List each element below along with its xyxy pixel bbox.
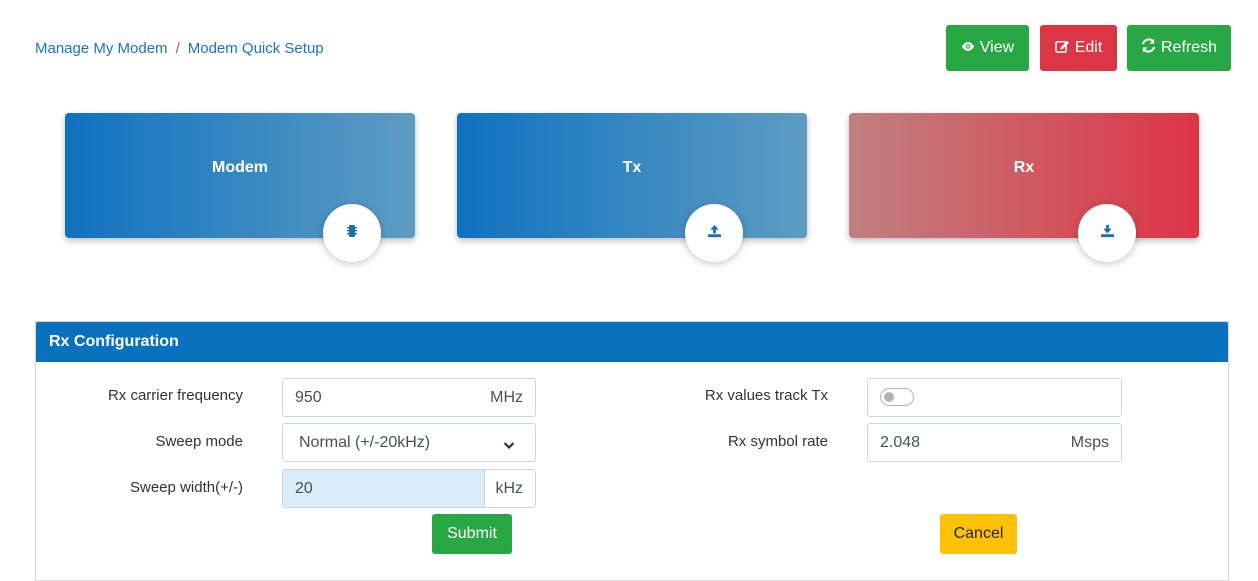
- rx-values-track-tx-label: Rx values track Tx: [704, 387, 828, 404]
- chip-icon: [347, 224, 357, 243]
- refresh-button[interactable]: Refresh: [1127, 25, 1231, 71]
- sweep-mode-select[interactable]: Normal (+/-20kHz): [282, 423, 536, 462]
- sweep-mode-label: Sweep mode: [155, 433, 243, 450]
- sweep-width-label: Sweep width(+/-): [130, 479, 243, 496]
- download-icon: [1100, 224, 1115, 243]
- rx-values-track-tx-toggle[interactable]: [880, 388, 914, 406]
- modem-card-badge: [323, 204, 381, 262]
- rx-carrier-frequency-label: Rx carrier frequency: [107, 387, 243, 404]
- modem-card-title: Modem: [212, 159, 268, 176]
- edit-button[interactable]: Edit: [1040, 25, 1117, 71]
- chevron-down-icon: [503, 437, 515, 455]
- rx-carrier-frequency-value: 950: [295, 389, 322, 406]
- refresh-button-label: Refresh: [1160, 39, 1218, 56]
- view-button-label: View: [979, 39, 1015, 56]
- tx-card-badge: [685, 204, 743, 262]
- rx-symbol-rate-input[interactable]: 2.048 Msps: [867, 423, 1122, 462]
- rx-configuration-header: Rx Configuration: [36, 322, 1228, 362]
- refresh-icon: [1141, 38, 1156, 58]
- cancel-button[interactable]: Cancel: [940, 514, 1017, 554]
- breadcrumb-modem-quick-setup[interactable]: Modem Quick Setup: [188, 40, 324, 57]
- rx-card-badge: [1078, 204, 1136, 262]
- upload-icon: [707, 224, 722, 243]
- rx-card-title: Rx: [1013, 159, 1035, 176]
- modem-card[interactable]: Modem: [65, 113, 415, 262]
- rx-symbol-rate-label: Rx symbol rate: [727, 433, 828, 450]
- rx-carrier-frequency-input[interactable]: 950 MHz: [282, 378, 536, 417]
- sweep-width-value: 20: [295, 480, 313, 497]
- eye-icon: [961, 39, 975, 57]
- tx-card[interactable]: Tx: [457, 113, 807, 262]
- toggle-knob: [884, 392, 894, 402]
- breadcrumb-separator: /: [175, 40, 180, 57]
- edit-icon: [1054, 39, 1070, 58]
- edit-button-label: Edit: [1074, 39, 1103, 56]
- sweep-mode-value: Normal (+/-20kHz): [299, 434, 431, 451]
- breadcrumb: Manage My Modem / Modem Quick Setup: [35, 40, 324, 57]
- tx-card-title: Tx: [622, 159, 642, 176]
- sweep-width-input-fill: [283, 470, 485, 507]
- rx-card[interactable]: Rx: [849, 113, 1199, 262]
- submit-button[interactable]: Submit: [432, 514, 512, 554]
- sweep-width-unit: kHz: [495, 480, 523, 497]
- rx-symbol-rate-unit: Msps: [1070, 434, 1109, 451]
- rx-carrier-frequency-unit: MHz: [490, 389, 523, 406]
- breadcrumb-manage-my-modem[interactable]: Manage My Modem: [35, 40, 168, 57]
- sweep-width-input[interactable]: 20 kHz: [282, 469, 536, 508]
- rx-values-track-tx-field: [867, 378, 1122, 417]
- rx-symbol-rate-value: 2.048: [880, 434, 921, 451]
- view-button[interactable]: View: [946, 25, 1029, 71]
